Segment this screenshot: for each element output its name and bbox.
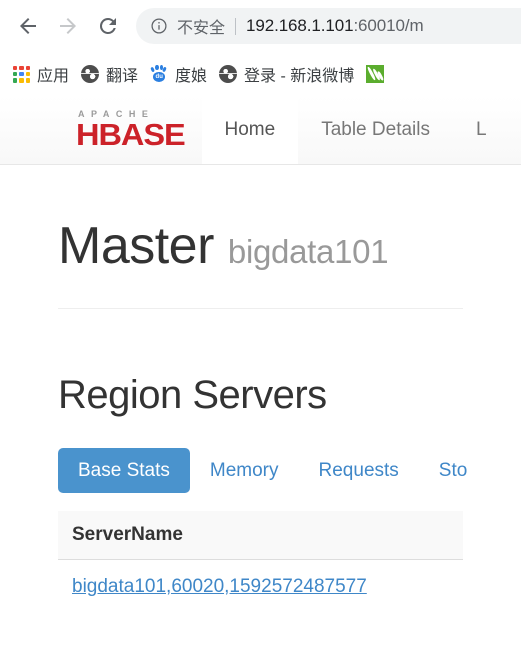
bookmarks-bar: 应用 翻译 du 度娘 登录 - 新浪微博 — [0, 52, 521, 96]
column-header-servername[interactable]: ServerName — [58, 511, 463, 560]
page-title: Master — [58, 217, 214, 275]
nav-tab-table-details[interactable]: Table Details — [298, 96, 453, 164]
hbase-wordmark: HBASE — [76, 117, 186, 153]
bookmark-translate[interactable]: 翻译 — [75, 59, 144, 89]
bookmark-baidu[interactable]: du 度娘 — [144, 59, 213, 89]
region-servers-tabs: Base Stats Memory Requests Sto — [58, 448, 467, 493]
back-arrow-icon — [16, 14, 40, 38]
page-container: Master bigdata101 Region Servers Base St… — [0, 165, 521, 604]
tab-memory[interactable]: Memory — [190, 448, 299, 493]
globe-icon — [81, 65, 100, 83]
baidu-paw-icon: du — [150, 65, 168, 83]
bookmark-green-site[interactable] — [360, 59, 397, 89]
reload-button[interactable] — [88, 6, 128, 46]
green-leaf-icon — [366, 65, 385, 83]
heading-divider — [58, 308, 463, 309]
table-body: bigdata101,60020,1592572487577 — [58, 560, 463, 605]
table-header-row: ServerName — [58, 511, 463, 560]
server-link[interactable]: bigdata101,60020,1592572487577 — [72, 576, 367, 597]
omnibox-divider — [235, 17, 237, 35]
browser-chrome: 不安全 192.168.1.101:60010/m 应用 翻译 du 度娘 登录… — [0, 0, 521, 96]
browser-toolbar: 不安全 192.168.1.101:60010/m — [0, 0, 521, 52]
bookmark-apps[interactable]: 应用 — [7, 59, 75, 89]
region-servers-title: Region Servers — [58, 373, 327, 417]
address-bar[interactable]: 不安全 192.168.1.101:60010/m — [136, 8, 521, 44]
url-path: :60010/m — [353, 16, 424, 35]
tab-storefiles[interactable]: Sto — [419, 448, 488, 493]
bookmark-label: 登录 - 新浪微博 — [244, 68, 355, 85]
navbar-tabs: Home Table Details L — [201, 96, 521, 164]
info-circle-icon[interactable] — [148, 15, 170, 37]
table-row: bigdata101,60020,1592572487577 — [58, 560, 463, 605]
bookmark-label: 应用 — [37, 68, 70, 85]
site-navbar: APACHE HBASE Home Table Details L — [0, 96, 521, 165]
bookmark-label: 翻译 — [106, 68, 139, 85]
tab-requests[interactable]: Requests — [299, 448, 419, 493]
url-text: 192.168.1.101:60010/m — [246, 16, 424, 36]
tab-base-stats[interactable]: Base Stats — [58, 448, 190, 493]
nav-tab-local-logs[interactable]: L — [453, 96, 510, 164]
forward-button[interactable] — [48, 6, 88, 46]
reload-icon — [96, 14, 120, 38]
google-apps-grid-icon — [13, 65, 30, 83]
bookmark-weibo[interactable]: 登录 - 新浪微博 — [213, 59, 360, 89]
hbase-logo[interactable]: APACHE HBASE — [76, 96, 202, 164]
back-button[interactable] — [8, 6, 48, 46]
hbase-master-page: APACHE HBASE Home Table Details L Master… — [0, 96, 521, 604]
bookmark-label: 度娘 — [175, 68, 208, 85]
region-servers-table: ServerName bigdata101,60020,159257248757… — [58, 511, 463, 604]
globe-icon — [219, 65, 238, 83]
nav-tab-home[interactable]: Home — [201, 96, 299, 164]
table-head: ServerName — [58, 511, 463, 560]
master-heading: Master bigdata101 — [58, 165, 463, 272]
table-cell-servername: bigdata101,60020,1592572487577 — [58, 560, 463, 605]
master-hostname: bigdata101 — [227, 233, 389, 270]
security-status-label: 不安全 — [177, 20, 226, 37]
forward-arrow-icon — [56, 14, 80, 38]
url-host: 192.168.1.101 — [246, 16, 354, 35]
